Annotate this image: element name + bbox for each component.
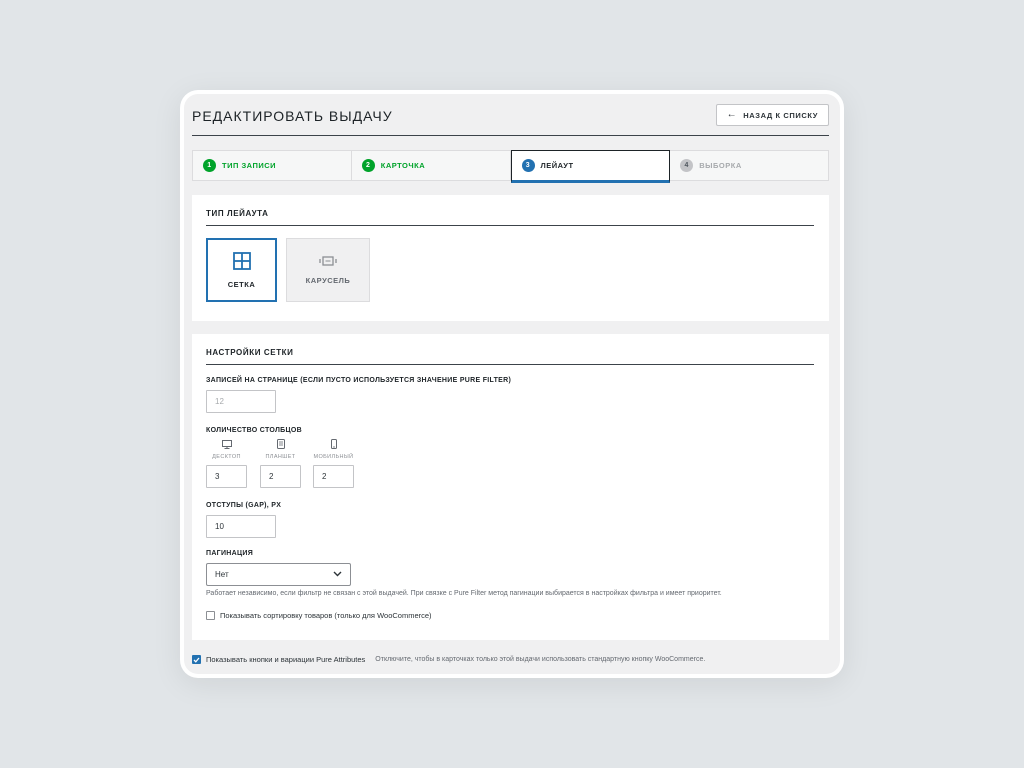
admin-screen: Редактировать выдачу ← Назад к списку 1 … [184, 94, 840, 674]
carousel-icon [319, 255, 337, 268]
desktop-icon [221, 438, 232, 450]
pagination-help: Работает независимо, если фильтр не связ… [206, 590, 722, 597]
step-number: 4 [680, 159, 694, 172]
columns-mobile-input[interactable] [313, 465, 354, 488]
per-page-label: Записей на странице (если пусто использу… [206, 377, 512, 384]
pagination-select[interactable]: Нет [206, 563, 351, 586]
back-to-list-button[interactable]: ← Назад к списку [715, 104, 829, 126]
grid-icon [232, 251, 251, 272]
step-number: 1 [203, 159, 216, 172]
layout-type-panel: Тип лейаута Сетка Карусель [192, 195, 829, 321]
per-page-input[interactable] [206, 390, 276, 413]
grid-settings-title: Настройки сетки [206, 348, 814, 365]
device-label: Десктоп [212, 454, 241, 460]
mobile-icon [330, 438, 337, 450]
show-sorting-row: Показывать сортировку товаров (только дл… [206, 611, 432, 620]
layout-option-grid[interactable]: Сетка [206, 238, 277, 302]
columns-tablet-input[interactable] [260, 465, 301, 488]
columns-tablet: Планшет [260, 438, 301, 488]
columns-desktop-input[interactable] [206, 465, 247, 488]
gap-input[interactable] [206, 515, 276, 538]
wizard-steps: 1 Тип записи 2 Карточка 3 Лейаут 4 Выбор… [192, 150, 829, 183]
device-label: Планшет [265, 454, 296, 460]
layout-option-carousel[interactable]: Карусель [286, 238, 370, 302]
tablet-icon [276, 438, 285, 450]
step-label: Карточка [380, 161, 426, 170]
layout-option-label: Сетка [227, 279, 256, 289]
step-label: Лейаут [540, 161, 574, 170]
columns-label: Количество столбцов [206, 427, 303, 434]
grid-settings-panel: Настройки сетки Записей на странице (есл… [192, 334, 829, 640]
step-label: Тип записи [222, 161, 277, 170]
pure-attributes-row: Показывать кнопки и вариации Pure Attrib… [192, 655, 705, 664]
step-card[interactable]: 2 Карточка [352, 151, 511, 180]
page-title: Редактировать выдачу [192, 108, 393, 124]
pure-attributes-label: Показывать кнопки и вариации Pure Attrib… [206, 655, 366, 664]
layout-type-title: Тип лейаута [206, 209, 814, 226]
arrow-left-icon: ← [726, 109, 738, 120]
show-sorting-label: Показывать сортировку товаров (только дл… [220, 611, 432, 620]
columns-mobile: Мобильный [313, 438, 354, 488]
step-number: 2 [361, 159, 375, 172]
device-label: Мобильный [313, 454, 354, 460]
step-post-type[interactable]: 1 Тип записи [193, 151, 352, 180]
pagination-label: Пагинация [206, 550, 254, 557]
show-sorting-checkbox[interactable] [206, 611, 215, 620]
pagination-value: Нет [215, 570, 229, 579]
checkmark-icon [193, 657, 200, 663]
back-to-list-label: Назад к списку [743, 110, 818, 120]
pure-attributes-checkbox[interactable] [192, 655, 201, 664]
step-label: Выборка [699, 161, 742, 170]
pure-attributes-hint: Отключите, чтобы в карточках только этой… [375, 656, 706, 663]
page-header: Редактировать выдачу ← Назад к списку [192, 102, 829, 136]
step-layout[interactable]: 3 Лейаут [510, 150, 671, 183]
step-number: 3 [521, 159, 535, 172]
layout-option-label: Карусель [305, 275, 351, 285]
gap-label: Отступы (gap), px [206, 502, 282, 509]
step-selection[interactable]: 4 Выборка [670, 151, 828, 180]
chevron-down-icon [333, 570, 342, 579]
columns-desktop: Десктоп [206, 438, 247, 488]
